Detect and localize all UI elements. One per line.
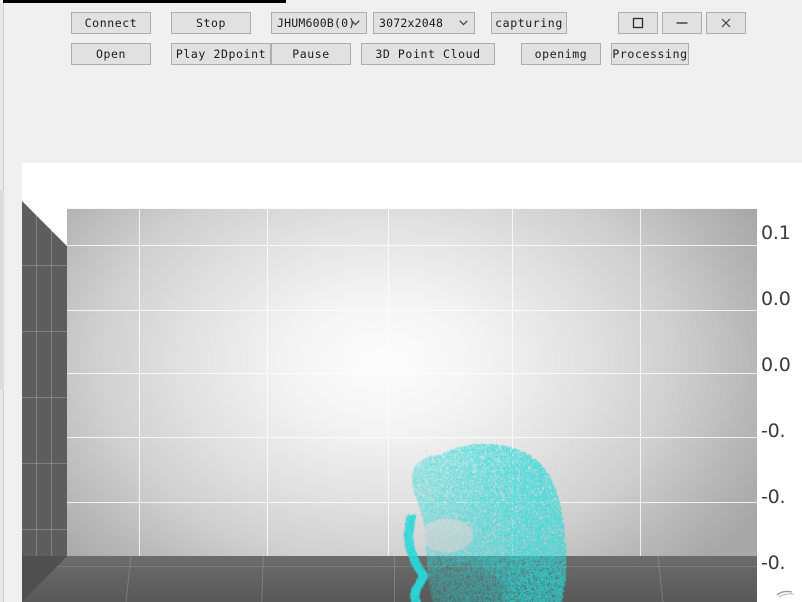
- application-window: Connect Stop JHUM600B(0) 3072x2048 captu…: [0, 0, 802, 602]
- pause-button[interactable]: Pause: [271, 43, 351, 65]
- chevron-down-icon: [351, 20, 360, 26]
- z-axis-labels: 0.1 0.0 0.0 -0. -0. -0.: [757, 163, 802, 602]
- maximize-icon: [619, 13, 657, 33]
- left-edge-strip-lower: [0, 190, 4, 390]
- play-2dpoint-button[interactable]: Play 2Dpoint: [171, 43, 271, 65]
- axis-tick-label: 0.0: [761, 354, 791, 376]
- processing-button[interactable]: Processing: [611, 43, 689, 65]
- axis-tick-label: 0.0: [761, 288, 791, 310]
- device-select-value: JHUM600B(0): [277, 16, 356, 30]
- axis-tick-label: -0.: [761, 552, 786, 574]
- toolbar: Connect Stop JHUM600B(0) 3072x2048 captu…: [4, 4, 802, 149]
- 3d-point-cloud-button[interactable]: 3D Point Cloud: [361, 43, 495, 65]
- point-cloud-viewport[interactable]: 0.1 0.0 0.0 -0. -0. -0.: [22, 163, 802, 602]
- minimize-icon: [663, 13, 701, 33]
- axis-tick-label: -0.: [761, 420, 786, 442]
- axis-tick-label: 0.1: [761, 222, 791, 244]
- connect-button[interactable]: Connect: [71, 12, 151, 34]
- maximize-button[interactable]: [618, 12, 658, 34]
- resolution-select-value: 3072x2048: [379, 16, 444, 30]
- resolution-select[interactable]: 3072x2048: [373, 12, 475, 34]
- resize-grip-icon[interactable]: [774, 584, 800, 600]
- device-select[interactable]: JHUM600B(0): [271, 12, 367, 34]
- openimg-button[interactable]: openimg: [521, 43, 601, 65]
- capturing-status-button[interactable]: capturing: [491, 12, 567, 34]
- title-bar-sliver: [3, 0, 286, 3]
- close-button[interactable]: [706, 12, 746, 34]
- 3d-scene[interactable]: [22, 163, 802, 602]
- minimize-button[interactable]: [662, 12, 702, 34]
- stop-button[interactable]: Stop: [171, 12, 251, 34]
- axis-tick-label: -0.: [761, 486, 786, 508]
- point-cloud-render[interactable]: [22, 163, 802, 602]
- open-button[interactable]: Open: [71, 43, 151, 65]
- chevron-down-icon: [459, 20, 468, 26]
- close-icon: [707, 13, 745, 33]
